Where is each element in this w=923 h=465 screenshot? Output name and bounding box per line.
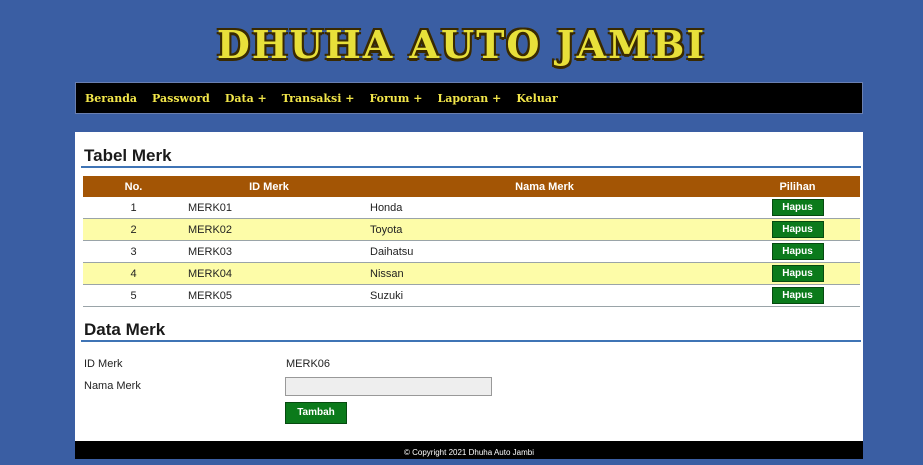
cell-no: 2 xyxy=(83,218,184,241)
cell-id-merk: MERK04 xyxy=(184,262,354,285)
table-row: 3 MERK03 Daihatsu Hapus xyxy=(83,240,860,263)
cell-no: 3 xyxy=(83,240,184,263)
section-divider xyxy=(81,340,861,342)
cell-nama-merk: Nissan xyxy=(354,262,735,285)
form-section-title: Data Merk xyxy=(84,320,166,339)
hapus-button[interactable]: Hapus xyxy=(771,243,824,260)
site-title: DHUHA AUTO JAMBI xyxy=(216,22,707,67)
nav-keluar[interactable]: Keluar xyxy=(516,92,557,105)
section-divider xyxy=(81,166,861,168)
id-merk-value: MERK06 xyxy=(286,358,331,370)
cell-no: 1 xyxy=(83,197,184,219)
cell-nama-merk: Suzuki xyxy=(354,284,735,307)
table-section-title: Tabel Merk xyxy=(84,146,172,165)
cell-no: 4 xyxy=(83,262,184,285)
hapus-button[interactable]: Hapus xyxy=(771,265,824,282)
nama-merk-label: Nama Merk xyxy=(84,380,141,392)
col-header-pilihan: Pilihan xyxy=(735,176,860,197)
nama-merk-input[interactable] xyxy=(285,377,492,396)
table-header-row: No. ID Merk Nama Merk Pilihan xyxy=(83,176,860,197)
cell-id-merk: MERK03 xyxy=(184,240,354,263)
cell-nama-merk: Daihatsu xyxy=(354,240,735,263)
cell-pilihan: Hapus xyxy=(735,197,860,219)
nav-laporan[interactable]: Laporan + xyxy=(437,92,501,105)
cell-no: 5 xyxy=(83,284,184,307)
nav-forum[interactable]: Forum + xyxy=(369,92,422,105)
cell-id-merk: MERK01 xyxy=(184,197,354,219)
cell-id-merk: MERK05 xyxy=(184,284,354,307)
nav-password[interactable]: Password xyxy=(152,92,210,105)
cell-pilihan: Hapus xyxy=(735,240,860,263)
nav-transaksi[interactable]: Transaksi + xyxy=(282,92,355,105)
col-header-no: No. xyxy=(83,176,184,197)
id-merk-label: ID Merk xyxy=(84,358,123,370)
cell-pilihan: Hapus xyxy=(735,262,860,285)
table-row: 2 MERK02 Toyota Hapus xyxy=(83,218,860,241)
cell-pilihan: Hapus xyxy=(735,218,860,241)
tambah-button[interactable]: Tambah xyxy=(285,402,347,424)
hapus-button[interactable]: Hapus xyxy=(771,287,824,304)
cell-id-merk: MERK02 xyxy=(184,218,354,241)
table-row: 5 MERK05 Suzuki Hapus xyxy=(83,284,860,307)
merk-table: No. ID Merk Nama Merk Pilihan 1 MERK01 H… xyxy=(83,176,860,307)
table-row: 4 MERK04 Nissan Hapus xyxy=(83,262,860,285)
cell-pilihan: Hapus xyxy=(735,284,860,307)
footer-copyright: © Copyright 2021 Dhuha Auto Jambi xyxy=(75,441,863,459)
cell-nama-merk: Toyota xyxy=(354,218,735,241)
nav-beranda[interactable]: Beranda xyxy=(85,92,137,105)
table-row: 1 MERK01 Honda Hapus xyxy=(83,197,860,219)
main-navbar: Beranda Password Data + Transaksi + Foru… xyxy=(75,82,863,114)
col-header-nama-merk: Nama Merk xyxy=(354,176,735,197)
hapus-button[interactable]: Hapus xyxy=(771,199,824,216)
col-header-id-merk: ID Merk xyxy=(184,176,354,197)
nav-data[interactable]: Data + xyxy=(225,92,267,105)
main-content: Tabel Merk No. ID Merk Nama Merk Pilihan… xyxy=(75,132,863,459)
cell-nama-merk: Honda xyxy=(354,197,735,219)
hapus-button[interactable]: Hapus xyxy=(771,221,824,238)
